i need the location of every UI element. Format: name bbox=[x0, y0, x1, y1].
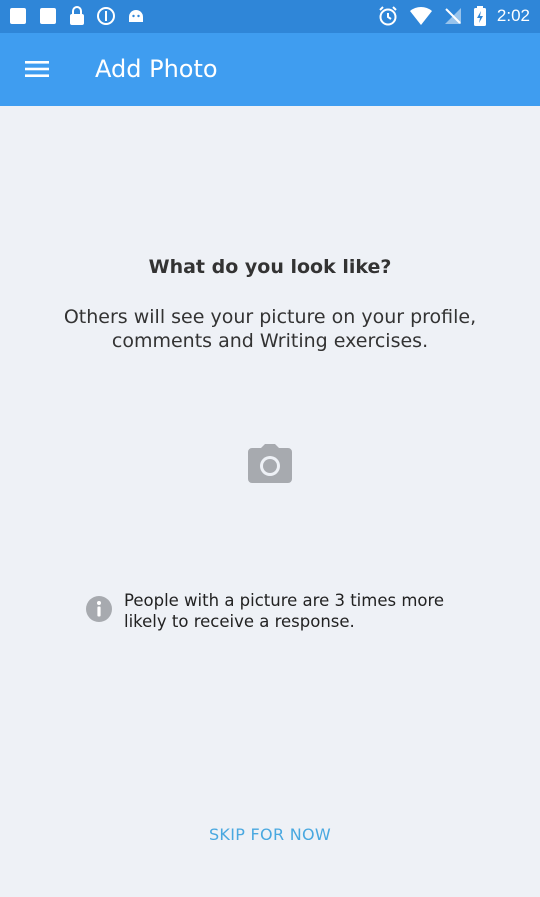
page-title: Add Photo bbox=[95, 55, 218, 83]
tip-text: People with a picture are 3 times more l… bbox=[124, 591, 445, 631]
status-bar-right-icons: 2:02 bbox=[377, 5, 530, 27]
info-tip: People with a picture are 3 times more l… bbox=[82, 590, 452, 632]
battery-charging-icon bbox=[473, 6, 486, 26]
notification-icon bbox=[40, 8, 56, 24]
circle-icon bbox=[97, 7, 115, 25]
status-bar-time: 2:02 bbox=[496, 6, 530, 25]
toolbar: Add Photo bbox=[0, 33, 540, 106]
android-icon bbox=[129, 10, 143, 22]
notification-icon bbox=[10, 8, 26, 24]
subtext: Others will see your picture on your pro… bbox=[63, 306, 477, 352]
status-bar: 2:02 bbox=[0, 0, 540, 33]
lock-icon bbox=[70, 6, 84, 25]
skip-for-now-button[interactable]: SKIP FOR NOW bbox=[0, 825, 540, 844]
hamburger-menu-icon[interactable] bbox=[22, 54, 52, 84]
status-bar-left-icons bbox=[8, 6, 146, 26]
no-signal-icon bbox=[444, 8, 461, 24]
alarm-icon bbox=[379, 6, 397, 26]
camera-icon bbox=[248, 444, 292, 483]
wifi-icon bbox=[409, 6, 432, 25]
add-photo-button[interactable] bbox=[243, 440, 297, 488]
info-icon bbox=[86, 596, 112, 622]
headline: What do you look like? bbox=[148, 256, 392, 278]
